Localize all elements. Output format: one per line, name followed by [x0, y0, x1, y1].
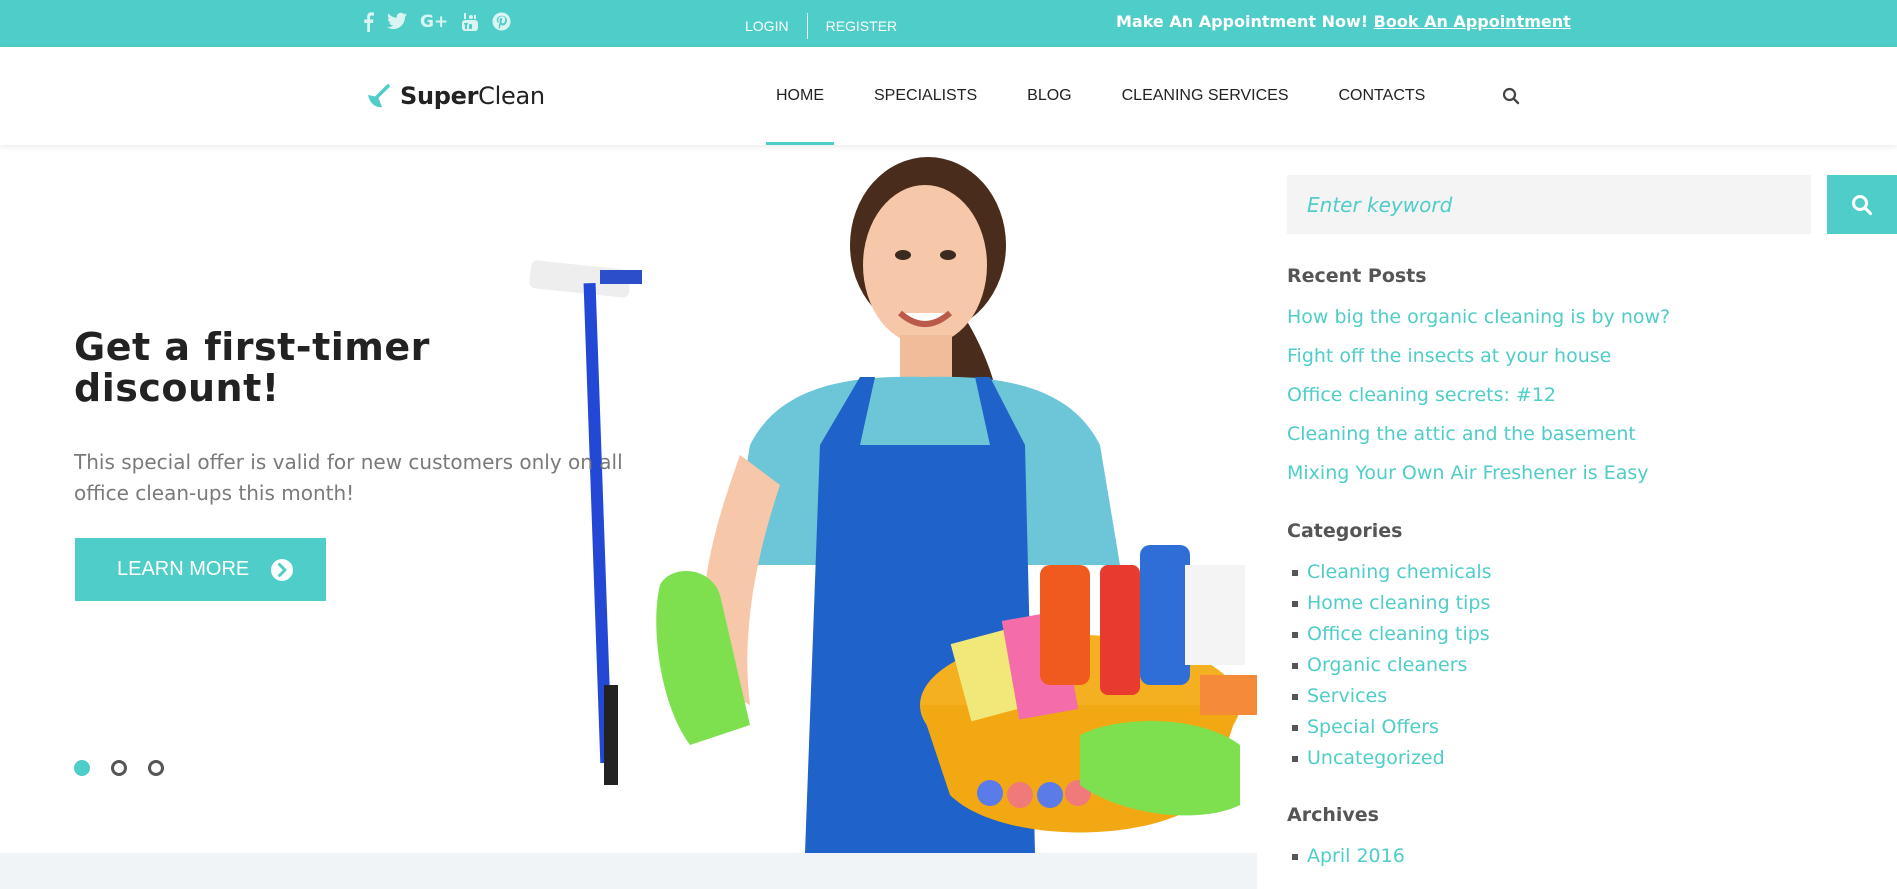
youtube-icon[interactable]: [461, 12, 479, 32]
archive-link[interactable]: April 2016: [1287, 841, 1405, 872]
appointment-text: Make An Appointment Now!: [1116, 12, 1369, 31]
category-link[interactable]: Services: [1287, 681, 1492, 712]
google-plus-icon[interactable]: G+: [420, 12, 448, 32]
nav-specialists[interactable]: SPECIALISTS: [864, 47, 987, 145]
category-label: Cleaning chemicals: [1307, 561, 1492, 583]
archives-title: Archives: [1287, 804, 1379, 826]
logo[interactable]: SuperClean: [366, 81, 545, 111]
nav-contacts[interactable]: CONTACTS: [1329, 47, 1436, 145]
archive-label: April 2016: [1307, 845, 1405, 867]
sidebar-search-button[interactable]: [1827, 175, 1897, 234]
recent-post-link[interactable]: Cleaning the attic and the basement: [1287, 415, 1670, 454]
search-icon: [1852, 194, 1873, 215]
learn-more-button[interactable]: LEARN MORE: [75, 538, 326, 601]
slider-dot-2[interactable]: [111, 760, 127, 776]
hero-description: This special offer is valid for new cust…: [74, 450, 623, 505]
recent-post-link[interactable]: Fight off the insects at your house: [1287, 337, 1670, 376]
slider-dots: [74, 760, 164, 776]
categories-title: Categories: [1287, 520, 1403, 542]
auth-links: LOGIN REGISTER: [745, 13, 897, 39]
divider: [806, 13, 808, 39]
social-links: G+: [363, 12, 511, 33]
appointment-banner: Make An Appointment Now! Book An Appoint…: [1116, 12, 1571, 32]
hero-slider: Get a first-timer discount! This special…: [0, 145, 1257, 853]
category-label: Special Offers: [1307, 716, 1439, 738]
recent-post-link[interactable]: Office cleaning secrets: #12: [1287, 376, 1670, 415]
category-label: Office cleaning tips: [1307, 623, 1490, 645]
category-label: Organic cleaners: [1307, 654, 1468, 676]
login-link[interactable]: LOGIN: [745, 16, 789, 36]
pinterest-icon[interactable]: [492, 12, 511, 32]
category-label: Uncategorized: [1307, 747, 1445, 769]
register-link[interactable]: REGISTER: [826, 16, 898, 36]
recent-post-link[interactable]: Mixing Your Own Air Freshener is Easy: [1287, 454, 1670, 493]
category-link[interactable]: Uncategorized: [1287, 743, 1492, 774]
learn-more-label: LEARN MORE: [117, 558, 250, 580]
category-link[interactable]: Special Offers: [1287, 712, 1492, 743]
bullet: [1292, 724, 1298, 731]
slider-dot-3[interactable]: [148, 760, 164, 776]
category-link[interactable]: Cleaning chemicals: [1287, 557, 1492, 588]
bullet: [1292, 755, 1298, 762]
nav-blog[interactable]: BLOG: [1017, 47, 1081, 145]
facebook-icon[interactable]: [363, 12, 374, 33]
bullet: [1292, 600, 1298, 607]
category-link[interactable]: Home cleaning tips: [1287, 588, 1492, 619]
nav-cleaning-services[interactable]: CLEANING SERVICES: [1112, 47, 1299, 145]
main-nav: HOME SPECIALISTS BLOG CLEANING SERVICES …: [766, 47, 1465, 145]
top-bar: G+ LOGIN REGISTER Make An Appointment No…: [0, 0, 1897, 47]
category-link[interactable]: Office cleaning tips: [1287, 619, 1492, 650]
logo-text: SuperClean: [400, 81, 545, 111]
bullet: [1292, 853, 1298, 860]
bullet: [1292, 631, 1298, 638]
recent-posts-title: Recent Posts: [1287, 265, 1427, 287]
categories-list: Cleaning chemicals Home cleaning tips Of…: [1287, 557, 1492, 774]
site-header: SuperClean HOME SPECIALISTS BLOG CLEANIN…: [0, 47, 1897, 145]
category-link[interactable]: Organic cleaners: [1287, 650, 1492, 681]
twitter-icon[interactable]: [387, 12, 407, 32]
logo-bold: Super: [400, 82, 479, 110]
broom-icon: [368, 84, 390, 108]
book-appointment-link[interactable]: Book An Appointment: [1374, 12, 1571, 31]
search-icon[interactable]: [1502, 87, 1520, 105]
recent-posts-list: How big the organic cleaning is by now? …: [1287, 298, 1670, 493]
sidebar-search-input[interactable]: [1287, 175, 1811, 234]
content-strip: [0, 853, 1257, 889]
slider-dot-1[interactable]: [74, 760, 90, 776]
logo-light: Clean: [478, 82, 545, 110]
bullet: [1292, 662, 1298, 669]
nav-home[interactable]: HOME: [766, 47, 834, 145]
category-label: Services: [1307, 685, 1388, 707]
hero-title: Get a first-timer discount!: [74, 325, 430, 410]
bullet: [1292, 693, 1298, 700]
archives-list: April 2016: [1287, 841, 1405, 872]
arrow-right-circle-icon: [271, 559, 293, 581]
category-label: Home cleaning tips: [1307, 592, 1491, 614]
recent-post-link[interactable]: How big the organic cleaning is by now?: [1287, 298, 1670, 337]
bullet: [1292, 569, 1298, 576]
sidebar: Recent Posts How big the organic cleanin…: [1257, 145, 1897, 889]
